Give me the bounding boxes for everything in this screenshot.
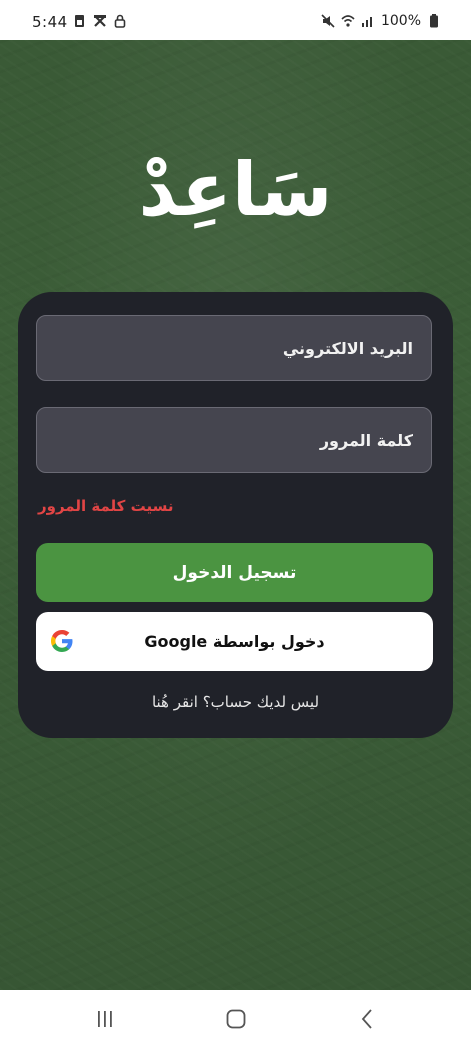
google-signin-button[interactable]: دخول بواسطة Google xyxy=(36,612,433,671)
email-input[interactable] xyxy=(37,316,431,380)
login-button[interactable]: تسجيل الدخول xyxy=(36,543,433,602)
password-input[interactable] xyxy=(37,408,431,472)
signal-icon xyxy=(361,17,372,27)
google-button-label: دخول بواسطة Google xyxy=(144,632,325,651)
forgot-password-link[interactable]: نسيت كلمة المرور xyxy=(38,497,173,515)
status-bar: 5:44 100% xyxy=(0,0,471,40)
status-right-icons: 100% xyxy=(321,13,441,29)
lock-icon xyxy=(114,14,126,28)
back-icon[interactable] xyxy=(356,1007,380,1031)
mute-icon xyxy=(321,14,335,28)
password-field[interactable] xyxy=(36,407,432,473)
app-screen: سَاعِدْ نسيت كلمة المرور تسجيل الدخول دخ… xyxy=(0,40,471,990)
wifi-icon xyxy=(341,15,355,27)
app-logo: سَاعِدْ xyxy=(138,147,333,233)
battery-percent: 100% xyxy=(380,13,421,29)
login-card: نسيت كلمة المرور تسجيل الدخول دخول بواسط… xyxy=(18,292,453,738)
tools-icon xyxy=(94,15,106,27)
status-left-icons xyxy=(73,14,127,28)
home-icon[interactable] xyxy=(224,1007,248,1031)
battery-icon xyxy=(430,14,438,28)
login-button-label: تسجيل الدخول xyxy=(172,562,297,583)
email-field[interactable] xyxy=(36,315,432,381)
google-logo-icon xyxy=(51,630,73,652)
sim-icon xyxy=(75,15,84,27)
status-time: 5:44 xyxy=(32,13,68,31)
signup-link[interactable]: ليس لديك حساب؟ انقر هُنا xyxy=(18,693,453,711)
navigation-bar xyxy=(0,990,471,1045)
recent-apps-icon[interactable] xyxy=(93,1007,117,1031)
